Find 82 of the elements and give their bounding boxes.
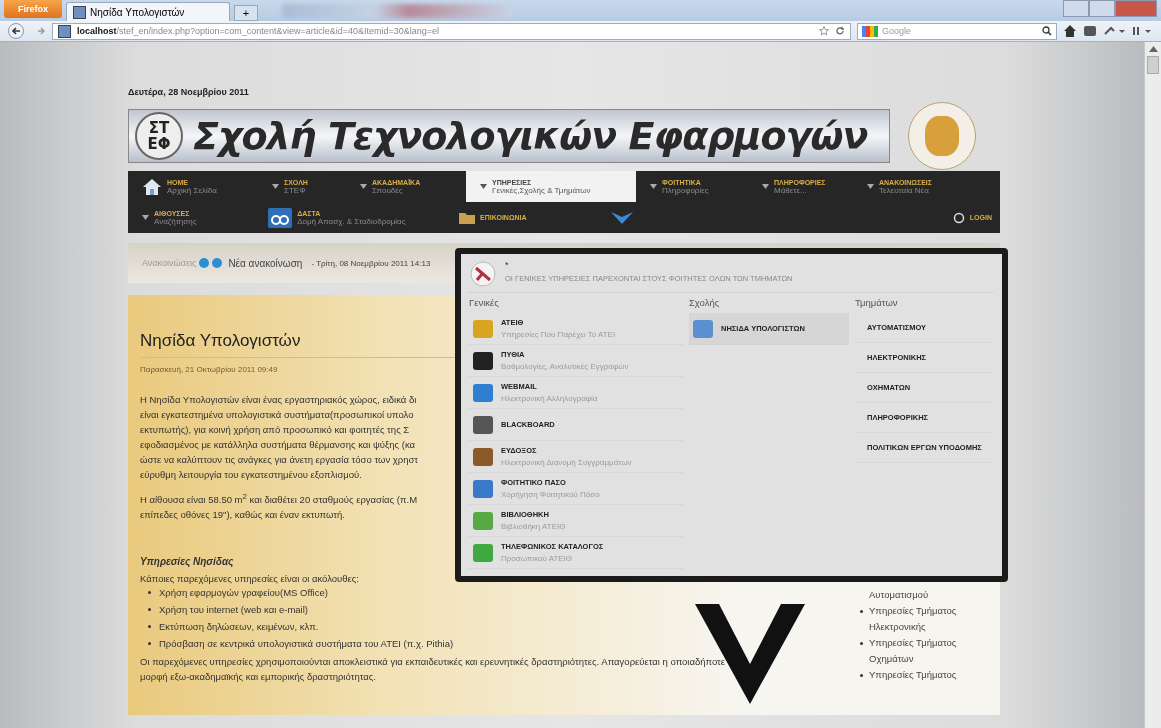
reload-icon[interactable] bbox=[835, 26, 845, 36]
sidebar-link[interactable]: Αυτοματισμού bbox=[869, 587, 929, 603]
sidebar-link[interactable]: Ηλεκτρονικής bbox=[869, 619, 926, 635]
list-item-text: Πρόσβαση σε κεντρικά υπολογιστικά συστήματα του ΑΤΕΙ (π.χ. Pithia) bbox=[159, 637, 454, 652]
service-icon bbox=[473, 479, 493, 498]
sidebar-link[interactable]: Υπηρεσίες Τμήματος bbox=[869, 635, 957, 651]
vertical-scrollbar[interactable] bbox=[1144, 42, 1161, 728]
school-logo: ΣΤ ΕΦ bbox=[135, 112, 183, 160]
section-heading: Υπηρεσίες Νησίδας bbox=[140, 556, 234, 568]
site-icon bbox=[58, 24, 71, 38]
list-item-text: Χρήση εφαρμογών γραφείου(MS Office) bbox=[159, 586, 328, 601]
toolbar-icon[interactable] bbox=[1083, 25, 1097, 37]
caret-icon bbox=[762, 184, 769, 189]
service-icon bbox=[693, 319, 713, 338]
column-heading: Γενικές bbox=[469, 297, 500, 308]
list-item-text: Εκτύπωση δηλώσεων, κειμένων, κλπ. bbox=[159, 620, 319, 635]
caret-icon bbox=[480, 184, 487, 189]
caret-icon bbox=[360, 184, 367, 189]
caret-icon bbox=[650, 184, 657, 189]
scrollbar-thumb[interactable] bbox=[1147, 56, 1159, 74]
intro-text: Κάποιες παρεχόμενες υπηρεσίες είναι οι ακόλουθες: bbox=[140, 573, 359, 585]
toolbar-icon[interactable] bbox=[1103, 25, 1125, 37]
browser-tab[interactable]: Νησίδα Υπολογιστών bbox=[66, 2, 230, 21]
paragraph-line: ώστε να καλύπτουν τις ανάγκες για άνετη εργασία τόσο των χρηστ bbox=[140, 453, 419, 467]
paragraph-line: Η Νησίδα Υπολογιστών είναι ένας εργαστηριακός χώρος, ειδικά δι bbox=[140, 393, 417, 407]
maximize-icon[interactable] bbox=[1089, 0, 1115, 17]
page-icon bbox=[73, 5, 86, 19]
minimize-icon[interactable] bbox=[1063, 0, 1089, 17]
paragraph-line: εφοδιασμένος με κατάλληλα συστήματα θέρμανσης και ψύξης (κα bbox=[140, 438, 416, 452]
service-icon bbox=[473, 511, 493, 530]
scroll-up-icon[interactable] bbox=[1148, 46, 1158, 52]
paragraph-line: εύρυθμη λειτουργία του εγκατεστημένου εξοπλισμού. bbox=[140, 468, 362, 482]
bookmark-star-icon[interactable] bbox=[819, 26, 829, 36]
bullet-icon bbox=[860, 641, 863, 645]
service-icon bbox=[473, 319, 493, 338]
paragraph-line: Η αίθουσα είναι 58.50 m$^{2}$ και διαθέτει 20 σταθμούς εργασίας (π.Μ bbox=[140, 491, 418, 508]
service-icon bbox=[473, 351, 493, 370]
bullet-icon bbox=[148, 642, 151, 646]
paragraph-line: εκτυπωτής), για κοινή χρήση από προσωπικό και φοιτητές της Σ bbox=[140, 423, 410, 437]
bullet-icon bbox=[860, 673, 863, 677]
article-date: Παρασκευή, 21 Οκτωβρίου 2011 09:49 bbox=[140, 365, 278, 374]
paragraph-line: μορφή εξω-ακαδημαϊκής και εμπορικής δραστηριότητας. bbox=[140, 670, 376, 685]
paragraph-line: επίπεδες οθόνες 19"), καθώς και έναν εκτυπωτή. bbox=[140, 508, 345, 523]
current-date: Δευτέρα, 28 Νοεμβρίου 2011 bbox=[128, 87, 250, 99]
previous-button[interactable] bbox=[199, 258, 210, 268]
bird-icon bbox=[610, 211, 633, 224]
caret-icon bbox=[867, 184, 874, 189]
user-icon bbox=[952, 211, 965, 224]
service-icon bbox=[473, 447, 493, 466]
logo-icon bbox=[268, 207, 293, 228]
search-icon[interactable] bbox=[1042, 26, 1052, 36]
asterisk-mark: * bbox=[505, 260, 510, 270]
bullet-icon bbox=[148, 625, 151, 629]
service-icon bbox=[473, 543, 493, 562]
bullet-icon bbox=[148, 608, 151, 612]
announcement-date: - Τρίτη, 08 Νοεμβρίου 2011 14:13 bbox=[311, 258, 431, 268]
sidebar-link[interactable]: Οχημάτων bbox=[869, 651, 914, 667]
close-icon[interactable] bbox=[1115, 0, 1157, 17]
address-field[interactable]: localhost/stef_en/index.php?option=com_content&view=article&id=40&Itemid=30&lang=el bbox=[52, 22, 851, 40]
column-heading: Τμημάτων bbox=[855, 297, 899, 308]
sidebar-link[interactable]: Υπηρεσίες Τμήματος bbox=[869, 667, 957, 683]
paragraph-line: είναι εγκατεστημένα υπολογιστικά συστήματα(προσωπικοί υπολο bbox=[140, 408, 414, 422]
caret-icon bbox=[272, 184, 279, 189]
service-icon bbox=[473, 415, 493, 434]
bullet-icon bbox=[860, 609, 863, 613]
caret-icon bbox=[142, 215, 149, 220]
announcement-link[interactable]: Νέα ανακοίνωση bbox=[228, 257, 303, 269]
house-icon bbox=[142, 176, 162, 197]
list-item-text: Χρήση του internet (web και e-mail) bbox=[159, 603, 308, 618]
toolbar-icon[interactable] bbox=[1131, 25, 1153, 37]
banner-title: Σχολή Τεχνολογικών Εφαρμογών bbox=[193, 114, 868, 158]
column-heading: Σχολής bbox=[689, 297, 721, 308]
google-logo-icon bbox=[862, 25, 878, 37]
new-tab-button[interactable]: + bbox=[234, 5, 258, 21]
service-icon bbox=[473, 383, 493, 402]
home-icon[interactable] bbox=[1063, 24, 1077, 38]
bullet-icon bbox=[148, 591, 151, 595]
folder-icon bbox=[459, 211, 476, 224]
announcement-label: Ανακοινώσεις bbox=[142, 258, 197, 268]
next-button[interactable] bbox=[212, 258, 223, 268]
paragraph-line: Οι παρεχόμενες υπηρεσίες χρησιμοποιούνται αποκλειστικά για εκπαιδευτικές και ερευνητικές δραστηριότητες. Απαγορεύεται η οποιαδήποτε bbox=[140, 655, 726, 670]
sidebar-link[interactable]: Υπηρεσίες Τμήματος bbox=[869, 603, 957, 619]
